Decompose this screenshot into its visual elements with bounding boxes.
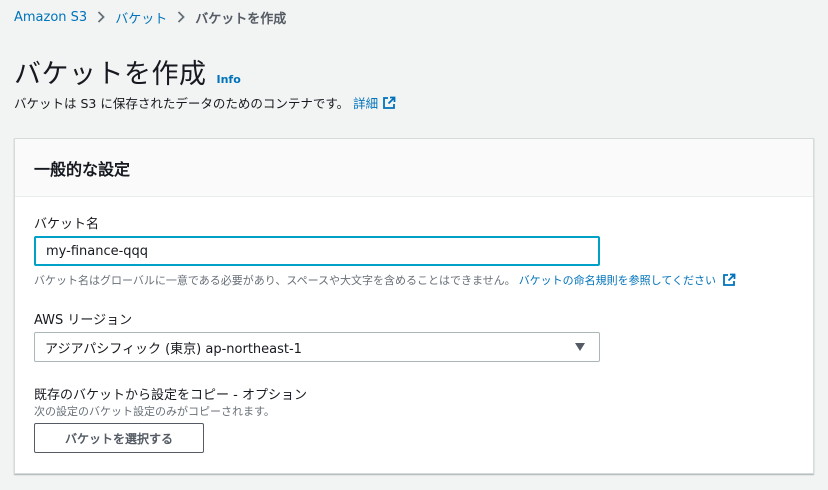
bucket-name-hint: バケット名はグローバルに一意である必要があり、スペースや大文字を含めることはでき…	[34, 272, 736, 288]
external-link-icon	[382, 96, 396, 110]
breadcrumb-amazon-s3[interactable]: Amazon S3	[14, 10, 87, 25]
caret-down-icon	[575, 343, 585, 351]
region-label: AWS リージョン	[34, 313, 133, 328]
chevron-right-icon	[177, 11, 185, 23]
details-link[interactable]: 詳細	[353, 93, 396, 112]
region-select[interactable]: アジアパシフィック (東京) ap-northeast-1	[34, 332, 600, 362]
panel-header: 一般的な設定	[15, 139, 813, 197]
page-title: バケットを作成	[14, 59, 207, 90]
naming-rules-link[interactable]: バケットの命名規則を参照してください	[519, 272, 716, 288]
details-link-label: 詳細	[353, 96, 379, 111]
info-link[interactable]: Info	[217, 73, 241, 86]
bucket-name-hint-text: バケット名はグローバルに一意である必要があり、スペースや大文字を含めることはでき…	[34, 274, 516, 287]
region-selected-value: アジアパシフィック (東京) ap-northeast-1	[45, 341, 302, 357]
general-settings-panel: 一般的な設定 バケット名 バケット名はグローバルに一意である必要があり、スペース…	[14, 138, 814, 474]
external-link-icon[interactable]	[722, 273, 736, 287]
bucket-name-input[interactable]	[34, 236, 600, 266]
breadcrumb: Amazon S3 バケット バケットを作成	[14, 8, 287, 27]
description-text: バケットは S3 に保存されたデータのためのコンテナです。	[14, 96, 350, 111]
panel-title: 一般的な設定	[34, 159, 131, 179]
page-description: バケットは S3 に保存されたデータのためのコンテナです。 詳細	[14, 93, 396, 112]
breadcrumb-buckets[interactable]: バケット	[115, 8, 167, 27]
chevron-right-icon	[97, 11, 105, 23]
bucket-name-label: バケット名	[34, 217, 100, 232]
copy-settings-hint: 次の設定のバケット設定のみがコピーされます。	[34, 405, 275, 418]
copy-settings-label: 既存のバケットから設定をコピー - オプション	[34, 388, 307, 403]
page-header: バケットを作成 Info	[14, 52, 241, 91]
choose-bucket-button[interactable]: バケットを選択する	[34, 423, 204, 453]
breadcrumb-current: バケットを作成	[195, 11, 287, 27]
